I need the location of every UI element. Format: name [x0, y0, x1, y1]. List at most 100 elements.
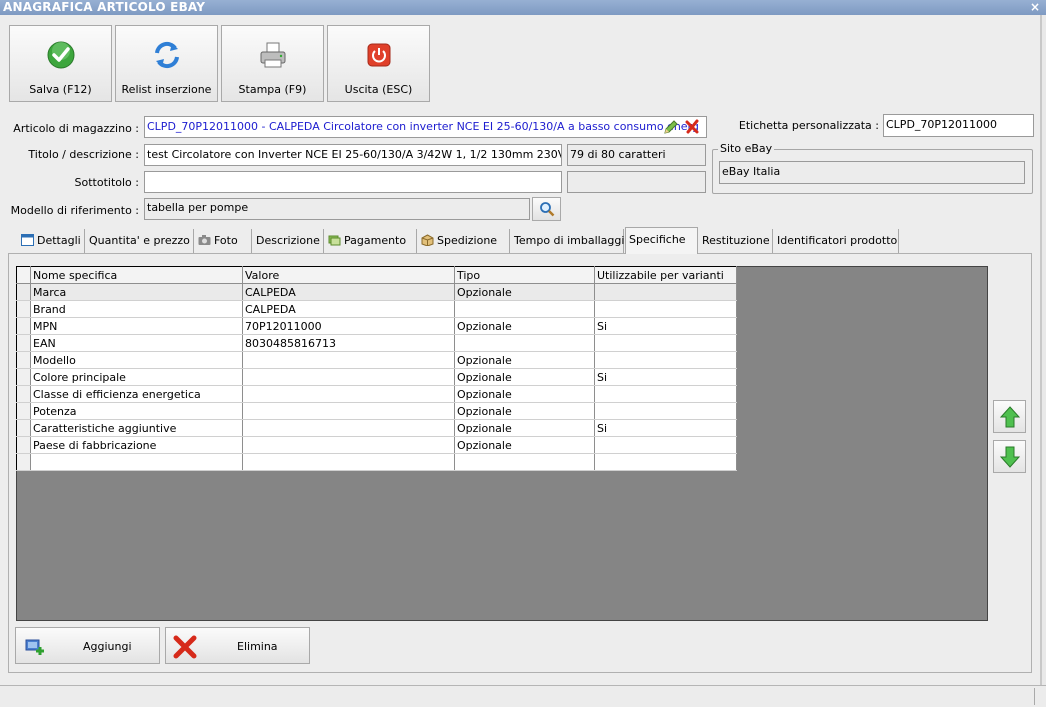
table-row[interactable]: MPN 70P12011000 Opzionale Si — [16, 317, 737, 335]
grid-cell[interactable]: Opzionale — [454, 385, 595, 403]
delete-button[interactable]: Elimina — [165, 627, 310, 664]
grid-cell[interactable] — [242, 402, 455, 420]
grid-cell[interactable]: MPN — [30, 317, 243, 335]
table-row[interactable]: EAN 8030485816713 — [16, 334, 737, 352]
grid-cell[interactable] — [454, 453, 595, 471]
table-row[interactable]: Modello Opzionale — [16, 351, 737, 369]
tab-label: Tempo di imballaggio — [514, 234, 632, 247]
tab-foto[interactable]: Foto — [195, 229, 252, 253]
grid-cell[interactable]: Modello — [30, 351, 243, 369]
site-field[interactable]: eBay Italia — [719, 161, 1025, 184]
arrow-down-icon — [1000, 446, 1020, 468]
grid-cell[interactable]: Opzionale — [454, 351, 595, 369]
edit-icon[interactable] — [663, 119, 679, 135]
table-row[interactable]: Paese di fabbricazione Opzionale — [16, 436, 737, 454]
grid-cell[interactable]: Caratteristiche aggiuntive — [30, 419, 243, 437]
table-row[interactable]: Potenza Opzionale — [16, 402, 737, 420]
grid-cell[interactable]: Si — [594, 368, 737, 386]
add-button[interactable]: Aggiungi — [15, 627, 160, 664]
add-icon — [25, 639, 44, 655]
tab-restituzione[interactable]: Restituzione — [699, 229, 773, 253]
grid-cell[interactable] — [242, 368, 455, 386]
table-row[interactable] — [16, 453, 737, 471]
grid-cell[interactable] — [242, 385, 455, 403]
grid-cell[interactable] — [454, 334, 595, 352]
table-row[interactable]: Caratteristiche aggiuntive Opzionale Si — [16, 419, 737, 437]
exit-button[interactable]: Uscita (ESC) — [327, 25, 430, 102]
clear-icon[interactable] — [685, 119, 700, 134]
grid-cell[interactable] — [454, 300, 595, 318]
table-row[interactable]: Classe di efficienza energetica Opzional… — [16, 385, 737, 403]
table-row[interactable]: Marca CALPEDA Opzionale — [16, 283, 737, 301]
grid-cell[interactable]: Paese di fabbricazione — [30, 436, 243, 454]
tab-tempo-imballaggio[interactable]: Tempo di imballaggio — [511, 229, 631, 253]
grid-cell[interactable] — [242, 436, 455, 454]
grid-cell[interactable]: Opzionale — [454, 368, 595, 386]
grid-cell[interactable] — [594, 334, 737, 352]
tab-pagamento[interactable]: Pagamento — [325, 229, 417, 253]
grid-cell[interactable]: Si — [594, 419, 737, 437]
model-search-button[interactable] — [532, 197, 561, 221]
save-button[interactable]: Salva (F12) — [9, 25, 112, 102]
tab-identificatori[interactable]: Identificatori prodotto — [774, 229, 899, 253]
title-input[interactable]: test Circolatore con Inverter NCE EI 25-… — [144, 144, 562, 166]
printer-icon — [260, 42, 286, 68]
grid-cell[interactable]: Opzionale — [454, 402, 595, 420]
tab-specifiche[interactable]: Specifiche — [625, 227, 698, 254]
column-header[interactable]: Valore — [242, 266, 455, 284]
close-button[interactable]: × — [1030, 0, 1040, 15]
grid-cell[interactable] — [242, 419, 455, 437]
print-button[interactable]: Stampa (F9) — [221, 25, 324, 102]
tab-dettagli[interactable]: Dettagli — [18, 229, 85, 253]
grid-cell[interactable] — [594, 385, 737, 403]
subtitle-count — [567, 171, 706, 193]
relist-button-label: Relist inserzione — [121, 83, 212, 96]
move-up-button[interactable] — [993, 400, 1026, 433]
model-field[interactable]: tabella per pompe — [144, 198, 530, 220]
table-row[interactable]: Brand CALPEDA — [16, 300, 737, 318]
move-down-button[interactable] — [993, 440, 1026, 473]
grid-cell[interactable] — [594, 436, 737, 454]
column-header[interactable]: Utilizzabile per varianti — [594, 266, 737, 284]
article-field[interactable]: CLPD_70P12011000 - CALPEDA Circolatore c… — [144, 116, 707, 138]
relist-button[interactable]: Relist inserzione — [115, 25, 218, 102]
grid-cell[interactable]: Opzionale — [454, 419, 595, 437]
grid-cell[interactable] — [242, 351, 455, 369]
table-row[interactable]: Colore principale Opzionale Si — [16, 368, 737, 386]
grid-cell[interactable]: Potenza — [30, 402, 243, 420]
tab-spedizione[interactable]: Spedizione — [418, 229, 510, 253]
grid-cell[interactable] — [242, 453, 455, 471]
grid-cell[interactable]: Si — [594, 317, 737, 335]
grid-cell[interactable]: Brand — [30, 300, 243, 318]
grid-cell[interactable]: Marca — [30, 283, 243, 301]
grid-cell[interactable] — [30, 453, 243, 471]
row-indicator — [16, 351, 31, 369]
grid-cell[interactable] — [594, 300, 737, 318]
custom-input[interactable]: CLPD_70P12011000 — [883, 114, 1034, 137]
column-header[interactable]: Tipo — [454, 266, 595, 284]
grid-cell[interactable]: Opzionale — [454, 317, 595, 335]
grid-cell[interactable]: Opzionale — [454, 283, 595, 301]
status-separator — [1034, 688, 1035, 705]
site-legend: Sito eBay — [718, 142, 775, 155]
grid-cell[interactable]: Opzionale — [454, 436, 595, 454]
grid-cell[interactable]: CALPEDA — [242, 283, 455, 301]
grid-cell[interactable]: CALPEDA — [242, 300, 455, 318]
grid-cell[interactable] — [594, 351, 737, 369]
grid-cell[interactable]: 70P12011000 — [242, 317, 455, 335]
model-label: Modello di riferimento : — [10, 204, 139, 217]
checkmark-icon — [47, 41, 75, 69]
grid-cell[interactable] — [594, 402, 737, 420]
grid-cell[interactable]: 8030485816713 — [242, 334, 455, 352]
tab-quantita-prezzo[interactable]: Quantita' e prezzo — [86, 229, 194, 253]
grid-cell[interactable]: Colore principale — [30, 368, 243, 386]
column-header[interactable]: Nome specifica — [30, 266, 243, 284]
tab-label: Specifiche — [629, 233, 686, 246]
tab-descrizione[interactable]: Descrizione — [253, 229, 324, 253]
grid-cell[interactable]: Classe di efficienza energetica — [30, 385, 243, 403]
grid-cell[interactable] — [594, 283, 737, 301]
subtitle-input[interactable] — [144, 171, 562, 193]
window-title: ANAGRAFICA ARTICOLO EBAY — [3, 0, 206, 14]
grid-cell[interactable] — [594, 453, 737, 471]
grid-cell[interactable]: EAN — [30, 334, 243, 352]
